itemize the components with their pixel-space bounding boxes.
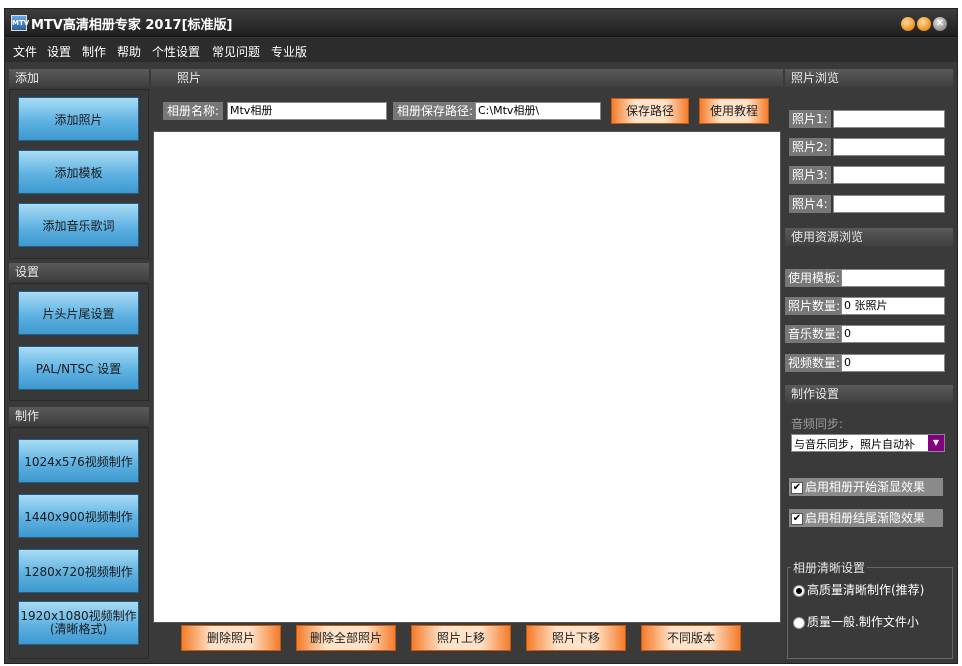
photo-count-field: 0 张照片 <box>841 297 945 315</box>
settings-section-header: 设置 <box>9 263 149 281</box>
template-used-label: 使用模板: <box>785 269 844 287</box>
fade-in-label: 启用相册开始渐显效果 <box>805 480 926 494</box>
make-1280x720-button[interactable]: 1280x720视频制作 <box>18 549 139 593</box>
menu-make[interactable]: 制作 <box>82 43 106 60</box>
menu-bar: 文件 设置 制作 帮助 个性设置 常见问题 专业版 <box>5 38 957 62</box>
album-name-label: 相册名称: <box>163 102 224 120</box>
menu-settings[interactable]: 设置 <box>47 43 71 60</box>
photo-list-area[interactable] <box>153 131 781 623</box>
fade-in-check-icon[interactable]: ✔ <box>791 481 803 494</box>
clarity-high-label: 高质量清晰制作(推荐) <box>807 583 925 597</box>
resource-browse-header: 使用资源浏览 <box>785 228 953 246</box>
make-settings-header: 制作设置 <box>785 385 953 403</box>
make-1440x900-button[interactable]: 1440x900视频制作 <box>18 494 139 538</box>
make-1920x1080-button[interactable]: 1920x1080视频制作 (清晰格式) <box>18 601 139 645</box>
move-photo-up-button[interactable]: 照片上移 <box>411 625 511 651</box>
radio-unselected-icon[interactable] <box>793 616 805 629</box>
photo3-field[interactable] <box>833 166 945 184</box>
menu-faq[interactable]: 常见问题 <box>212 43 260 60</box>
title-bar[interactable]: MTV MTV高清相册专家 2017[标准版] ✕ <box>5 9 957 37</box>
clarity-group-label: 相册清晰设置 <box>791 559 868 576</box>
template-used-field <box>841 269 945 287</box>
fade-out-label: 启用相册结尾渐隐效果 <box>805 511 926 525</box>
clarity-high-radio[interactable]: 高质量清晰制作(推荐) <box>793 581 924 598</box>
pal-ntsc-settings-button[interactable]: PAL/NTSC 设置 <box>18 346 139 390</box>
save-path-label: 相册保存路径: <box>393 102 478 120</box>
save-path-input[interactable]: C:\Mtv相册\ <box>475 102 601 120</box>
intro-outro-settings-button[interactable]: 片头片尾设置 <box>18 291 139 335</box>
photo2-label: 照片2: <box>789 138 831 156</box>
radio-selected-icon[interactable] <box>793 584 805 597</box>
add-section-header: 添加 <box>9 69 149 87</box>
fade-in-checkbox[interactable]: ✔ 启用相册开始渐显效果 <box>789 478 943 496</box>
music-count-label: 音乐数量: <box>785 325 844 343</box>
album-name-input[interactable]: Mtv相册 <box>227 102 387 120</box>
video-count-label: 视频数量: <box>785 354 844 372</box>
make-section-header: 制作 <box>9 407 149 425</box>
photo1-field[interactable] <box>833 110 945 128</box>
menu-personal[interactable]: 个性设置 <box>152 43 200 60</box>
photo4-label: 照片4: <box>789 195 831 213</box>
music-count-field: 0 <box>841 325 945 343</box>
audio-sync-label: 音频同步: <box>791 417 844 431</box>
add-photo-button[interactable]: 添加照片 <box>18 97 139 141</box>
photo-count-label: 照片数量: <box>785 297 844 315</box>
chevron-down-icon[interactable]: ▼ <box>928 435 944 451</box>
add-music-lyrics-button[interactable]: 添加音乐歌词 <box>18 203 139 247</box>
add-template-button[interactable]: 添加模板 <box>18 150 139 194</box>
close-button[interactable]: ✕ <box>933 17 947 31</box>
photos-section-header: 照片 <box>151 69 783 87</box>
move-photo-down-button[interactable]: 照片下移 <box>526 625 626 651</box>
clarity-normal-label: 质量一般.制作文件小 <box>807 615 919 629</box>
make-1024x576-button[interactable]: 1024x576视频制作 <box>18 439 139 483</box>
menu-help[interactable]: 帮助 <box>117 43 141 60</box>
menu-file[interactable]: 文件 <box>13 43 37 60</box>
other-versions-button[interactable]: 不同版本 <box>641 625 741 651</box>
photo4-field[interactable] <box>833 195 945 213</box>
main-window: MTV MTV高清相册专家 2017[标准版] ✕ 文件 设置 制作 帮助 个性… <box>4 8 958 664</box>
photo3-label: 照片3: <box>789 166 831 184</box>
clarity-normal-radio[interactable]: 质量一般.制作文件小 <box>793 613 919 630</box>
photo-browse-header: 照片浏览 <box>785 69 953 87</box>
tutorial-button[interactable]: 使用教程 <box>699 98 769 124</box>
fade-out-checkbox[interactable]: ✔ 启用相册结尾渐隐效果 <box>789 509 943 527</box>
photo1-label: 照片1: <box>789 110 831 128</box>
minimize-button[interactable] <box>901 17 915 31</box>
delete-photo-button[interactable]: 删除照片 <box>181 625 281 651</box>
audio-sync-select[interactable]: 与音乐同步，照片自动补 ▼ <box>791 434 945 452</box>
maximize-button[interactable] <box>917 17 931 31</box>
save-path-button[interactable]: 保存路径 <box>611 98 689 124</box>
photo2-field[interactable] <box>833 138 945 156</box>
photo-toolbar: 相册名称: Mtv相册 相册保存路径: C:\Mtv相册\ 保存路径 使用教程 <box>155 96 783 128</box>
video-count-field: 0 <box>841 354 945 372</box>
app-icon: MTV <box>11 15 29 31</box>
menu-pro[interactable]: 专业版 <box>271 43 307 60</box>
delete-all-photos-button[interactable]: 删除全部照片 <box>296 625 396 651</box>
window-title: MTV高清相册专家 2017[标准版] <box>31 18 233 33</box>
fade-out-check-icon[interactable]: ✔ <box>791 512 803 525</box>
audio-sync-value: 与音乐同步，照片自动补 <box>794 438 915 451</box>
make-1920x1080-line2: (清晰格式) <box>49 622 108 636</box>
